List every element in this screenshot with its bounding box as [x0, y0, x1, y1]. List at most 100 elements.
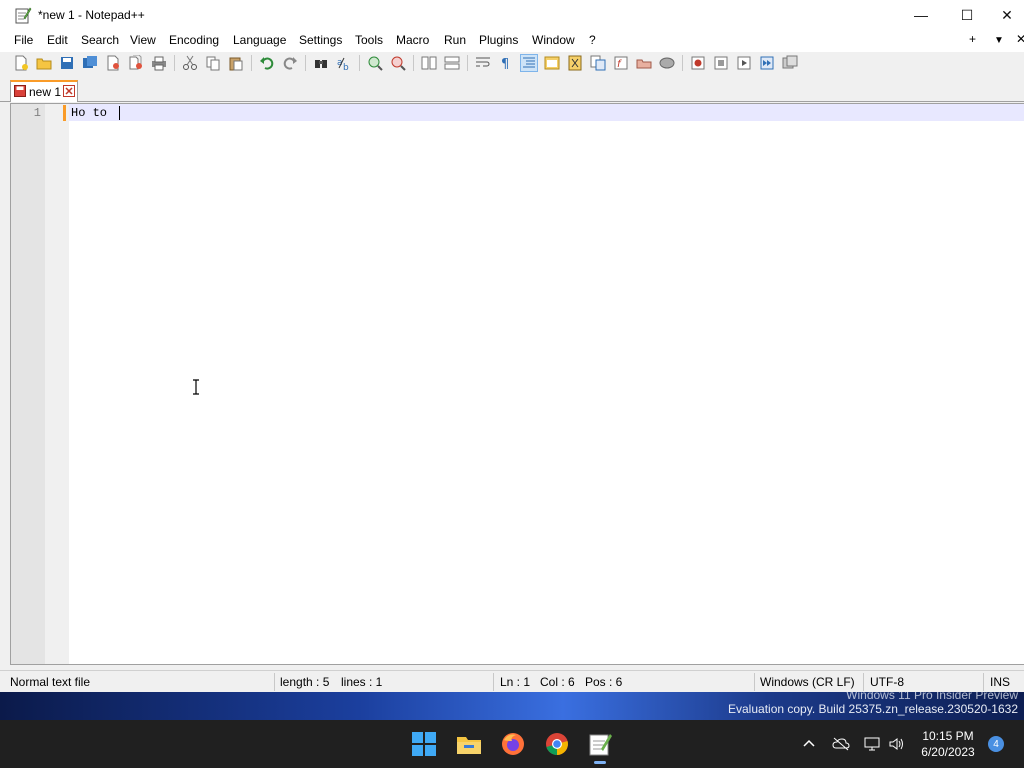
menu-run[interactable]: Run	[444, 33, 466, 47]
clock-time: 10:15 PM	[922, 729, 974, 743]
macro-stop-icon[interactable]	[712, 54, 730, 72]
add-tab-button[interactable]: +	[969, 32, 976, 46]
notification-badge[interactable]: 4	[988, 736, 1004, 752]
svg-text:b: b	[343, 63, 349, 71]
menu-language[interactable]: Language	[233, 33, 286, 47]
firefox-icon[interactable]	[499, 730, 527, 758]
zoom-in-icon[interactable]	[366, 54, 384, 72]
undo-icon[interactable]	[258, 54, 276, 72]
copy-icon[interactable]	[204, 54, 222, 72]
system-clock[interactable]: 10:15 PM 6/20/2023	[912, 728, 984, 760]
notepad-plus-plus-app-icon[interactable]	[14, 6, 32, 24]
status-insert-mode[interactable]: INS	[990, 675, 1010, 689]
macro-record-icon[interactable]	[689, 54, 707, 72]
toolbar-separator	[174, 55, 175, 71]
svg-text:¶: ¶	[501, 57, 509, 71]
project-panel-icon[interactable]	[635, 54, 653, 72]
title-bar[interactable]: *new 1 - Notepad++ — ☐ ✕	[0, 0, 1024, 30]
folder-workspace-icon[interactable]: f	[612, 54, 630, 72]
paste-icon[interactable]	[227, 54, 245, 72]
toolbar-separator	[359, 55, 360, 71]
show-all-chars-icon[interactable]: ¶	[497, 54, 515, 72]
menu-search[interactable]: Search	[81, 33, 119, 47]
replace-icon[interactable]: ab	[335, 54, 353, 72]
toolbar-separator	[413, 55, 414, 71]
menu-bar: File Edit Search View Encoding Language …	[0, 30, 1024, 52]
fold-margin[interactable]	[45, 104, 69, 664]
save-all-icon[interactable]	[81, 54, 99, 72]
text-caret	[119, 106, 120, 120]
menu-view[interactable]: View	[130, 33, 156, 47]
toolbar-separator	[467, 55, 468, 71]
volume-icon[interactable]	[887, 734, 907, 754]
editor-line[interactable]: Ho to	[71, 106, 107, 120]
function-list-icon[interactable]	[589, 54, 607, 72]
text-editor[interactable]: 1 Ho to	[10, 103, 1024, 665]
open-file-icon[interactable]	[35, 54, 53, 72]
menu-macro[interactable]: Macro	[396, 33, 429, 47]
status-position[interactable]: Pos : 6	[585, 675, 622, 689]
status-encoding[interactable]: UTF-8	[870, 675, 904, 689]
maximize-button[interactable]: ☐	[944, 0, 990, 30]
tab-label: new 1	[29, 85, 62, 99]
close-document-button[interactable]: ✕	[1016, 32, 1024, 46]
menu-edit[interactable]: Edit	[47, 33, 68, 47]
tab-close-icon[interactable]	[63, 85, 75, 97]
redo-icon[interactable]	[281, 54, 299, 72]
find-icon[interactable]	[312, 54, 330, 72]
menu-help[interactable]: ?	[589, 33, 596, 47]
status-divider	[983, 673, 984, 691]
sync-vertical-icon[interactable]	[420, 54, 438, 72]
zoom-out-icon[interactable]	[389, 54, 407, 72]
status-eol-format[interactable]: Windows (CR LF)	[760, 675, 855, 689]
status-divider	[863, 673, 864, 691]
network-icon[interactable]	[862, 734, 882, 754]
macro-save-icon[interactable]	[781, 54, 799, 72]
onedrive-icon[interactable]	[831, 734, 851, 754]
status-file-type: Normal text file	[10, 675, 91, 689]
minimize-button[interactable]: —	[898, 0, 944, 30]
line-number: 1	[33, 106, 41, 120]
save-icon[interactable]	[58, 54, 76, 72]
clock-date: 6/20/2023	[921, 745, 975, 759]
cut-icon[interactable]	[181, 54, 199, 72]
new-file-icon[interactable]	[12, 54, 30, 72]
notepad-plus-plus-icon[interactable]	[586, 730, 614, 764]
menu-settings[interactable]: Settings	[299, 33, 342, 47]
menu-encoding[interactable]: Encoding	[169, 33, 219, 47]
chevron-up-icon[interactable]	[799, 734, 819, 754]
file-explorer-icon[interactable]	[455, 730, 483, 758]
status-line[interactable]: Ln : 1	[500, 675, 530, 689]
udl-icon[interactable]	[543, 54, 561, 72]
doc-map-icon[interactable]	[566, 54, 584, 72]
macro-play-icon[interactable]	[735, 54, 753, 72]
mouse-ibeam-cursor-icon	[193, 379, 199, 395]
start-icon[interactable]	[410, 730, 438, 758]
tab-bar: new 1	[0, 76, 1024, 102]
notepad-plus-plus-window: *new 1 - Notepad++ — ☐ ✕ File Edit Searc…	[0, 0, 1024, 692]
windows-watermark: Windows 11 Pro Insider Preview Evaluatio…	[728, 688, 1018, 716]
unsaved-file-icon	[14, 85, 26, 97]
menu-window[interactable]: Window	[532, 33, 575, 47]
close-all-icon[interactable]	[127, 54, 145, 72]
word-wrap-icon[interactable]	[474, 54, 492, 72]
print-icon[interactable]	[150, 54, 168, 72]
close-window-button[interactable]: ✕	[990, 0, 1024, 30]
indent-guide-icon[interactable]	[520, 54, 538, 72]
status-length: length : 5	[280, 675, 330, 689]
status-divider	[493, 673, 494, 691]
close-icon[interactable]	[104, 54, 122, 72]
menu-plugins[interactable]: Plugins	[479, 33, 518, 47]
monitoring-icon[interactable]	[658, 54, 676, 72]
tab-new-1[interactable]: new 1	[10, 80, 78, 102]
menu-tools[interactable]: Tools	[355, 33, 383, 47]
status-column[interactable]: Col : 6	[540, 675, 575, 689]
window-title: *new 1 - Notepad++	[38, 8, 145, 22]
tab-list-dropdown[interactable]: ▼	[994, 35, 1004, 46]
chrome-icon[interactable]	[543, 730, 571, 758]
menu-file[interactable]: File	[14, 33, 33, 47]
macro-run-multiple-icon[interactable]	[758, 54, 776, 72]
sync-horizontal-icon[interactable]	[443, 54, 461, 72]
status-divider	[754, 673, 755, 691]
status-divider	[274, 673, 275, 691]
